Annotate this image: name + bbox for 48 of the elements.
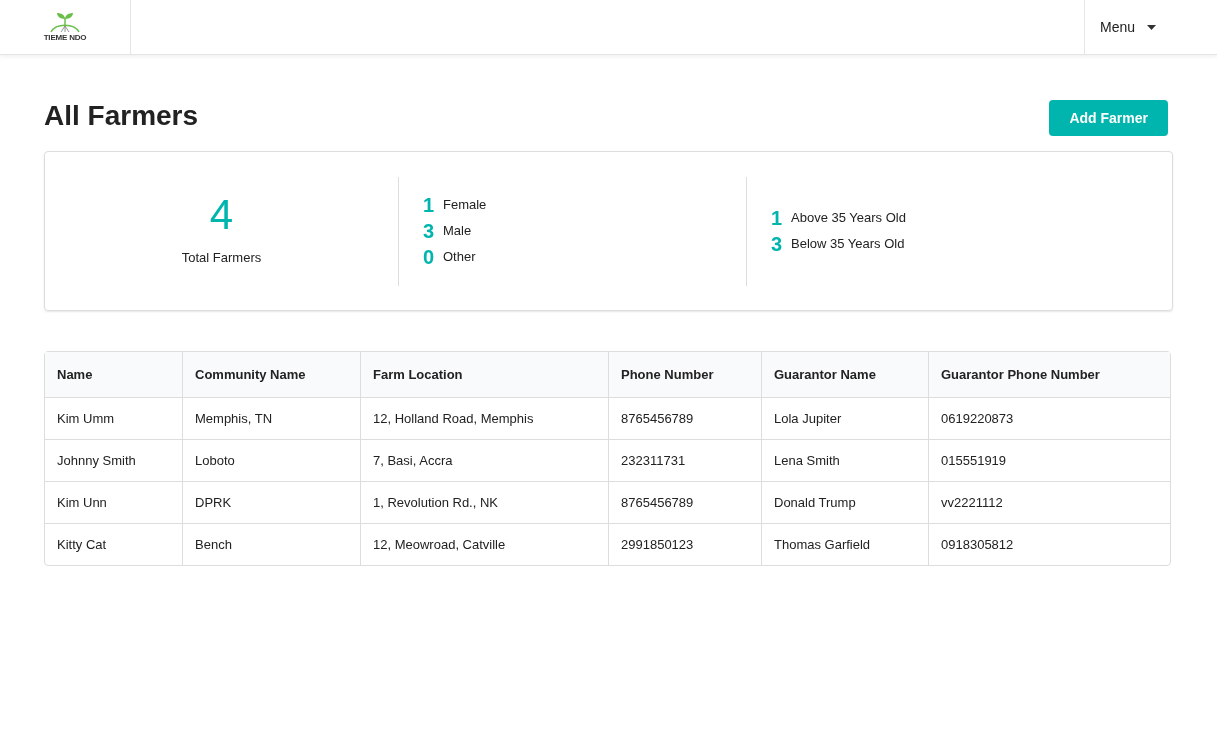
table-cell: 7, Basi, Accra	[360, 439, 608, 481]
table-cell: 8765456789	[608, 397, 761, 439]
table-cell: 8765456789	[608, 481, 761, 523]
table-cell: 0918305812	[928, 523, 1170, 565]
column-header: Farm Location	[360, 352, 608, 397]
table-cell: Johnny Smith	[45, 439, 182, 481]
table-cell: Thomas Garfield	[761, 523, 928, 565]
table-cell: Kim Umm	[45, 397, 182, 439]
stat-value: 1	[423, 195, 435, 215]
column-header: Guarantor Name	[761, 352, 928, 397]
column-header: Name	[56, 365, 94, 384]
stat-label: Male	[443, 222, 472, 241]
table-cell: 12, Holland Road, Memphis	[360, 397, 608, 439]
table-cell: Kitty Cat	[45, 523, 182, 565]
table-cell: DPRK	[182, 481, 360, 523]
table-cell: 232311731	[608, 439, 761, 481]
stat-label: Other	[443, 248, 476, 267]
menu-dropdown[interactable]: Menu	[1084, 0, 1217, 54]
table-cell: Memphis, TN	[182, 397, 360, 439]
table-cell: vv2221112	[928, 481, 1170, 523]
table-cell: Kim Unn	[45, 481, 182, 523]
stat-value: 1	[771, 208, 783, 228]
stat-label: Total Farmers	[181, 249, 262, 268]
stat-value: 3	[771, 234, 783, 254]
logo-text: TIEME NDO	[43, 34, 87, 42]
stat-label: Female	[443, 196, 487, 215]
table-cell: Loboto	[182, 439, 360, 481]
table-cell: 1, Revolution Rd., NK	[360, 481, 608, 523]
table-cell: Lola Jupiter	[761, 397, 928, 439]
caret-icon	[1147, 24, 1157, 30]
stat-value: 3	[423, 221, 435, 241]
logo[interactable]: TIEME NDO	[43, 12, 87, 42]
stat-value: 0	[423, 247, 435, 267]
column-header: Phone Number	[608, 352, 761, 397]
page-title: All Farmers	[44, 99, 199, 133]
table-cell: Bench	[182, 523, 360, 565]
table-cell: 2991850123	[608, 523, 761, 565]
column-header: Guarantor Phone Number	[928, 352, 1170, 397]
stat-label: Below 35 Years Old	[791, 235, 905, 254]
table-cell: Lena Smith	[761, 439, 928, 481]
table-cell: Donald Trump	[761, 481, 928, 523]
stat-label: Above 35 Years Old	[791, 209, 906, 228]
column-header: Community Name	[182, 352, 360, 397]
table-cell: 0619220873	[928, 397, 1170, 439]
sprout-icon	[48, 12, 82, 34]
table-cell: 015551919	[928, 439, 1170, 481]
table-cell: 12, Meowroad, Catville	[360, 523, 608, 565]
stat-value: 4	[209, 194, 234, 237]
